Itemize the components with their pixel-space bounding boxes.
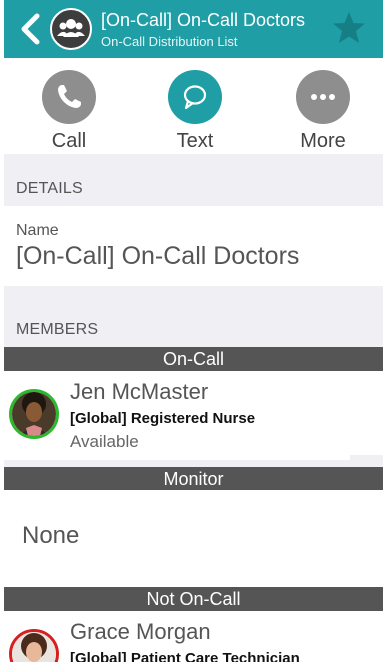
person-photo <box>12 632 56 662</box>
row-divider <box>4 455 383 467</box>
page-title: [On-Call] On-Call Doctors <box>101 10 306 30</box>
member-role: [Global] Patient Care Technician <box>70 650 300 662</box>
group-avatar <box>50 8 92 50</box>
call-label: Call <box>51 130 87 152</box>
details-heading: DETAILS <box>16 180 83 197</box>
member-name: Jen McMaster <box>70 379 209 404</box>
phone-icon <box>58 85 81 108</box>
page-subtitle: On-Call Distribution List <box>101 34 238 49</box>
group-header-on-call: On-Call <box>4 347 383 371</box>
header-bar: [On-Call] On-Call Doctors On-Call Distri… <box>4 0 383 58</box>
app-frame: [On-Call] On-Call Doctors On-Call Distri… <box>4 0 383 662</box>
person-photo <box>12 392 56 436</box>
text-label: Text <box>176 130 214 152</box>
monitor-empty-row: None <box>4 490 383 587</box>
member-role: [Global] Registered Nurse <box>70 410 256 427</box>
name-label: Name <box>16 222 59 239</box>
call-button-circle[interactable] <box>42 70 96 124</box>
name-value: [On-Call] On-Call Doctors <box>16 242 300 270</box>
details-card: Name [On-Call] On-Call Doctors <box>4 206 383 286</box>
text-button-circle[interactable] <box>168 70 222 124</box>
more-dots-icon <box>311 94 335 100</box>
member-name: Grace Morgan <box>70 619 211 644</box>
avatar <box>9 389 59 439</box>
group-icon <box>57 19 85 37</box>
more-button-circle[interactable] <box>296 70 350 124</box>
avatar <box>9 629 59 662</box>
more-label: More <box>300 130 346 152</box>
more-button[interactable]: More <box>285 70 361 154</box>
action-bar: Call Text More <box>4 58 383 154</box>
back-chevron-icon[interactable] <box>18 13 42 45</box>
member-row-grace-morgan[interactable]: Grace Morgan [Global] Patient Care Techn… <box>4 611 383 662</box>
text-button[interactable]: Text <box>157 70 233 154</box>
group-header-not-on-call: Not On-Call <box>4 587 383 611</box>
members-section-header: MEMBERS <box>4 286 383 347</box>
chat-bubble-icon <box>183 85 207 110</box>
details-section-header: DETAILS <box>4 154 383 206</box>
empty-text: None <box>22 522 80 549</box>
call-button[interactable]: Call <box>31 70 107 154</box>
star-icon[interactable] <box>331 10 367 46</box>
member-row-jen-mcmaster[interactable]: Jen McMaster [Global] Registered Nurse A… <box>4 371 383 455</box>
member-status: Available <box>70 432 139 451</box>
members-heading: MEMBERS <box>16 321 99 338</box>
group-header-monitor: Monitor <box>4 467 383 491</box>
